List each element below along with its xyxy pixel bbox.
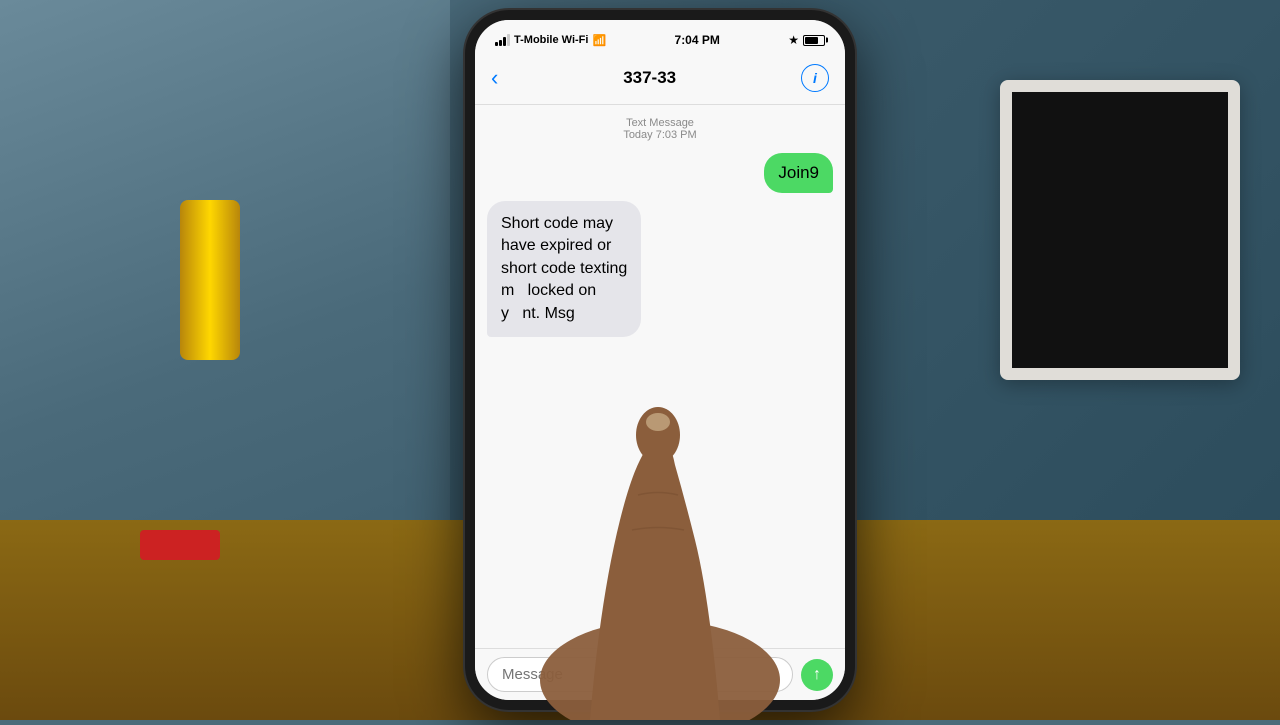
white-frame-decoration [1000,80,1240,380]
nav-bar: ‹ 337-33 i [475,56,845,105]
wifi-icon: 📶 [592,34,606,47]
status-left: T-Mobile Wi-Fi 📶 [495,34,606,47]
signal-bar-4 [507,34,510,46]
signal-bar-2 [499,40,502,46]
time-display: 7:04 PM [675,33,720,47]
info-button[interactable]: i [801,64,829,92]
info-icon: i [813,70,817,86]
gold-cylinder-decoration [180,200,240,360]
phone-wrapper: T-Mobile Wi-Fi 📶 7:04 PM ★ ‹ 337-33 i [430,0,890,720]
bluetooth-icon: ★ [788,33,799,47]
signal-bar-3 [503,37,506,46]
received-message-bubble: Short code mayhave expired orshort code … [487,201,641,337]
battery-icon [803,35,825,46]
status-bar: T-Mobile Wi-Fi 📶 7:04 PM ★ [475,20,845,56]
battery-fill [805,37,818,44]
signal-bars-icon [495,34,510,46]
send-button[interactable]: ↑ [801,659,833,691]
send-icon: ↑ [813,666,821,684]
received-message-text: Short code mayhave expired orshort code … [501,215,627,322]
signal-bar-1 [495,42,498,46]
messages-area: Text Message Today 7:03 PM Join9 Short c… [475,105,845,648]
input-bar: ↑ [475,648,845,700]
nav-title: 337-33 [623,68,676,88]
message-timestamp: Text Message Today 7:03 PM [487,117,833,141]
scene: T-Mobile Wi-Fi 📶 7:04 PM ★ ‹ 337-33 i [0,0,1280,720]
carrier-label: T-Mobile Wi-Fi [514,34,588,46]
monitor-screen [1012,92,1228,368]
timestamp-sub: Today 7:03 PM [487,129,833,141]
iphone: T-Mobile Wi-Fi 📶 7:04 PM ★ ‹ 337-33 i [465,10,855,710]
sent-message-bubble: Join9 [764,153,833,193]
sent-message-text: Join9 [778,163,819,182]
back-button[interactable]: ‹ [491,65,498,91]
timestamp-text: Text Message [487,117,833,129]
status-right: ★ [788,33,825,47]
message-input[interactable] [487,657,793,692]
red-item-decoration [140,530,220,560]
